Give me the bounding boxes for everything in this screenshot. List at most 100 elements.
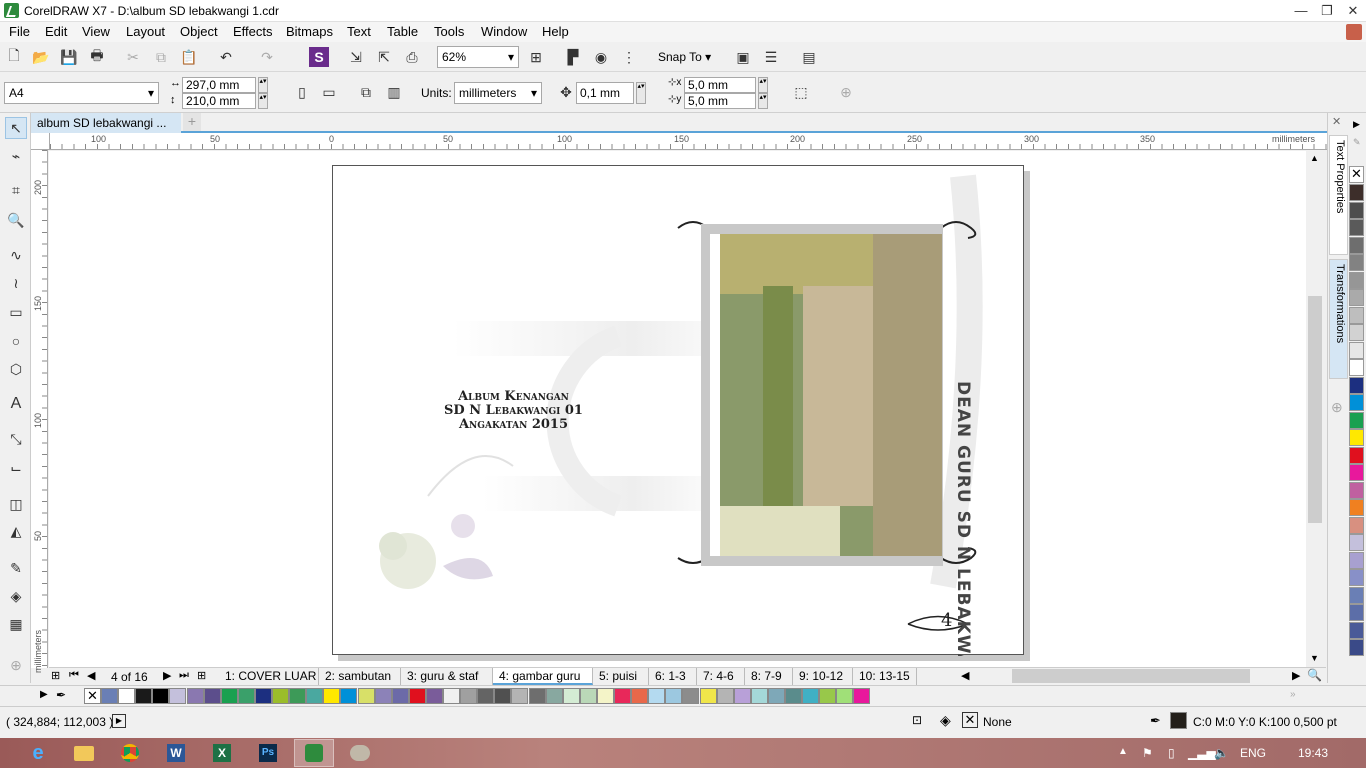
color-swatch[interactable] [443, 688, 460, 704]
first-page-icon[interactable]: ⏮ [69, 669, 79, 682]
transparency-icon[interactable]: ◭ [5, 520, 27, 542]
page-tab[interactable]: 3: guru & staf [401, 668, 493, 685]
zoom-tool-icon[interactable]: 🔍 [5, 209, 27, 231]
color-swatch[interactable] [237, 688, 255, 704]
menu-view[interactable]: View [82, 24, 110, 39]
page-tab[interactable]: 6: 1-3 [649, 668, 697, 685]
color-swatch[interactable] [1349, 551, 1364, 569]
add-docker-icon[interactable]: ⊕ [1331, 399, 1343, 416]
artistic-media-icon[interactable]: ≀ [5, 272, 27, 294]
photoshop-icon[interactable]: Ps [248, 739, 288, 767]
interactive-fill-icon[interactable]: ◈ [5, 585, 27, 607]
text-tool-icon[interactable]: A [5, 393, 27, 415]
color-swatch[interactable] [511, 688, 529, 704]
landscape-icon[interactable]: ▭ [319, 82, 339, 102]
nudge-distance-field[interactable]: 0,1 mm [576, 82, 634, 104]
color-swatch[interactable] [254, 688, 272, 704]
import-icon[interactable]: ⇲ [346, 47, 366, 67]
color-swatch[interactable] [186, 688, 204, 704]
excel-icon[interactable]: X [202, 739, 242, 767]
color-swatch[interactable] [1349, 534, 1364, 551]
full-screen-preview-icon[interactable]: ◉ [591, 47, 611, 67]
page-insert-before-icon[interactable]: ⊞ [51, 669, 60, 682]
color-swatch[interactable] [836, 688, 854, 704]
minimize-button[interactable]: — [1288, 0, 1314, 22]
scroll-down-icon[interactable]: ▼ [1310, 653, 1319, 663]
file-explorer-icon[interactable] [64, 739, 104, 767]
fill-none-swatch[interactable]: ✕ [962, 712, 978, 728]
color-swatch[interactable] [1349, 569, 1364, 586]
color-swatch[interactable] [699, 688, 717, 704]
dimension-tool-icon[interactable]: ⤡ [5, 428, 27, 450]
color-swatch[interactable] [408, 688, 426, 704]
palette-scroll-up-icon[interactable]: ▶ [1353, 119, 1360, 130]
rectangle-tool-icon[interactable]: ▭ [5, 301, 27, 323]
outline-pen-icon[interactable]: ✒ [1150, 713, 1161, 729]
previous-page-icon[interactable]: ◀ [87, 669, 95, 682]
duplicate-y-spinner[interactable]: ▴▾ [758, 93, 768, 109]
corel-connect-icon[interactable]: S [309, 47, 329, 67]
color-swatch[interactable] [220, 688, 238, 704]
color-swatch[interactable] [1349, 254, 1364, 271]
menu-tools[interactable]: Tools [434, 24, 464, 39]
open-icon[interactable]: 📂 [31, 47, 51, 67]
color-swatch[interactable] [374, 688, 392, 704]
color-swatch[interactable] [853, 688, 871, 704]
pick-tool-icon[interactable]: ↖ [5, 117, 27, 139]
welcome-screen-icon[interactable]: ▤ [799, 47, 819, 67]
color-swatch[interactable] [203, 688, 221, 704]
color-swatch[interactable] [101, 688, 118, 704]
smart-fill-icon[interactable]: ▦ [5, 613, 27, 635]
height-spinner[interactable]: ▴▾ [258, 93, 268, 109]
show-grid-icon[interactable]: ⋮ [619, 47, 639, 67]
page-tab[interactable]: 10: 13-15 [853, 668, 917, 685]
start-ie-icon[interactable]: e [18, 739, 58, 767]
horizontal-scroll-thumb[interactable] [1012, 669, 1250, 683]
document-tab[interactable]: album SD lebakwangi ... [31, 113, 181, 133]
export-icon[interactable]: ⇱ [374, 47, 394, 67]
restore-button[interactable]: ❐ [1314, 0, 1340, 22]
color-swatch[interactable] [118, 688, 136, 704]
color-swatch[interactable] [1349, 236, 1364, 254]
new-tab-icon[interactable]: + [183, 113, 201, 131]
menu-table[interactable]: Table [387, 24, 418, 39]
undo-icon[interactable]: ↶ [216, 47, 236, 67]
vertical-scroll-thumb[interactable] [1308, 296, 1322, 523]
save-icon[interactable]: 💾 [59, 47, 79, 67]
palette-pen-icon[interactable]: ✎ [1353, 137, 1361, 148]
color-swatch[interactable] [1349, 464, 1364, 481]
scroll-right-icon[interactable]: ▶ [1292, 669, 1300, 682]
connector-tool-icon[interactable]: ⌙ [5, 457, 27, 479]
color-swatch[interactable] [1349, 411, 1364, 429]
page-tab[interactable]: 1: COVER LUAR [219, 668, 319, 685]
color-swatch[interactable] [135, 688, 153, 704]
page-width-field[interactable]: 297,0 mm [182, 77, 256, 93]
snap-to-dropdown[interactable]: Snap To ▾ [658, 50, 711, 64]
color-swatch[interactable] [579, 688, 597, 704]
redo-icon[interactable]: ↷ [257, 47, 277, 67]
ellipse-tool-icon[interactable]: ○ [5, 330, 27, 352]
show-hidden-icons-icon[interactable]: ▲ [1118, 746, 1128, 757]
menu-object[interactable]: Object [180, 24, 218, 39]
page-tab[interactable]: 2: sambutan [319, 668, 401, 685]
menu-text[interactable]: Text [347, 24, 371, 39]
clock[interactable]: 19:43 [1298, 746, 1328, 760]
zoom-level-select[interactable]: 62% ▾ [437, 46, 519, 68]
color-swatch[interactable] [357, 688, 375, 704]
color-swatch[interactable] [323, 688, 341, 704]
color-swatch[interactable] [767, 688, 785, 704]
color-swatch[interactable] [750, 688, 768, 704]
color-swatch[interactable] [1349, 219, 1364, 236]
vertical-scrollbar[interactable]: ▲ ▼ [1306, 151, 1326, 668]
color-swatch[interactable] [1349, 586, 1364, 604]
color-swatch[interactable] [460, 688, 478, 704]
volume-icon[interactable]: 🔈 [1214, 746, 1229, 760]
menu-layout[interactable]: Layout [126, 24, 165, 39]
chrome-icon[interactable] [110, 739, 150, 767]
color-swatch[interactable] [1349, 621, 1364, 639]
media-app-icon[interactable] [340, 739, 380, 767]
docker-tab-text-properties[interactable]: Text Properties [1329, 135, 1348, 255]
current-page-icon[interactable]: ▥ [384, 82, 404, 102]
document-page[interactable]: DEAN GURU SD N LEBAKWANGI 01 Album Kenan… [332, 165, 1024, 656]
vertical-ruler[interactable]: 200 150 100 50 millimeters [31, 150, 48, 673]
